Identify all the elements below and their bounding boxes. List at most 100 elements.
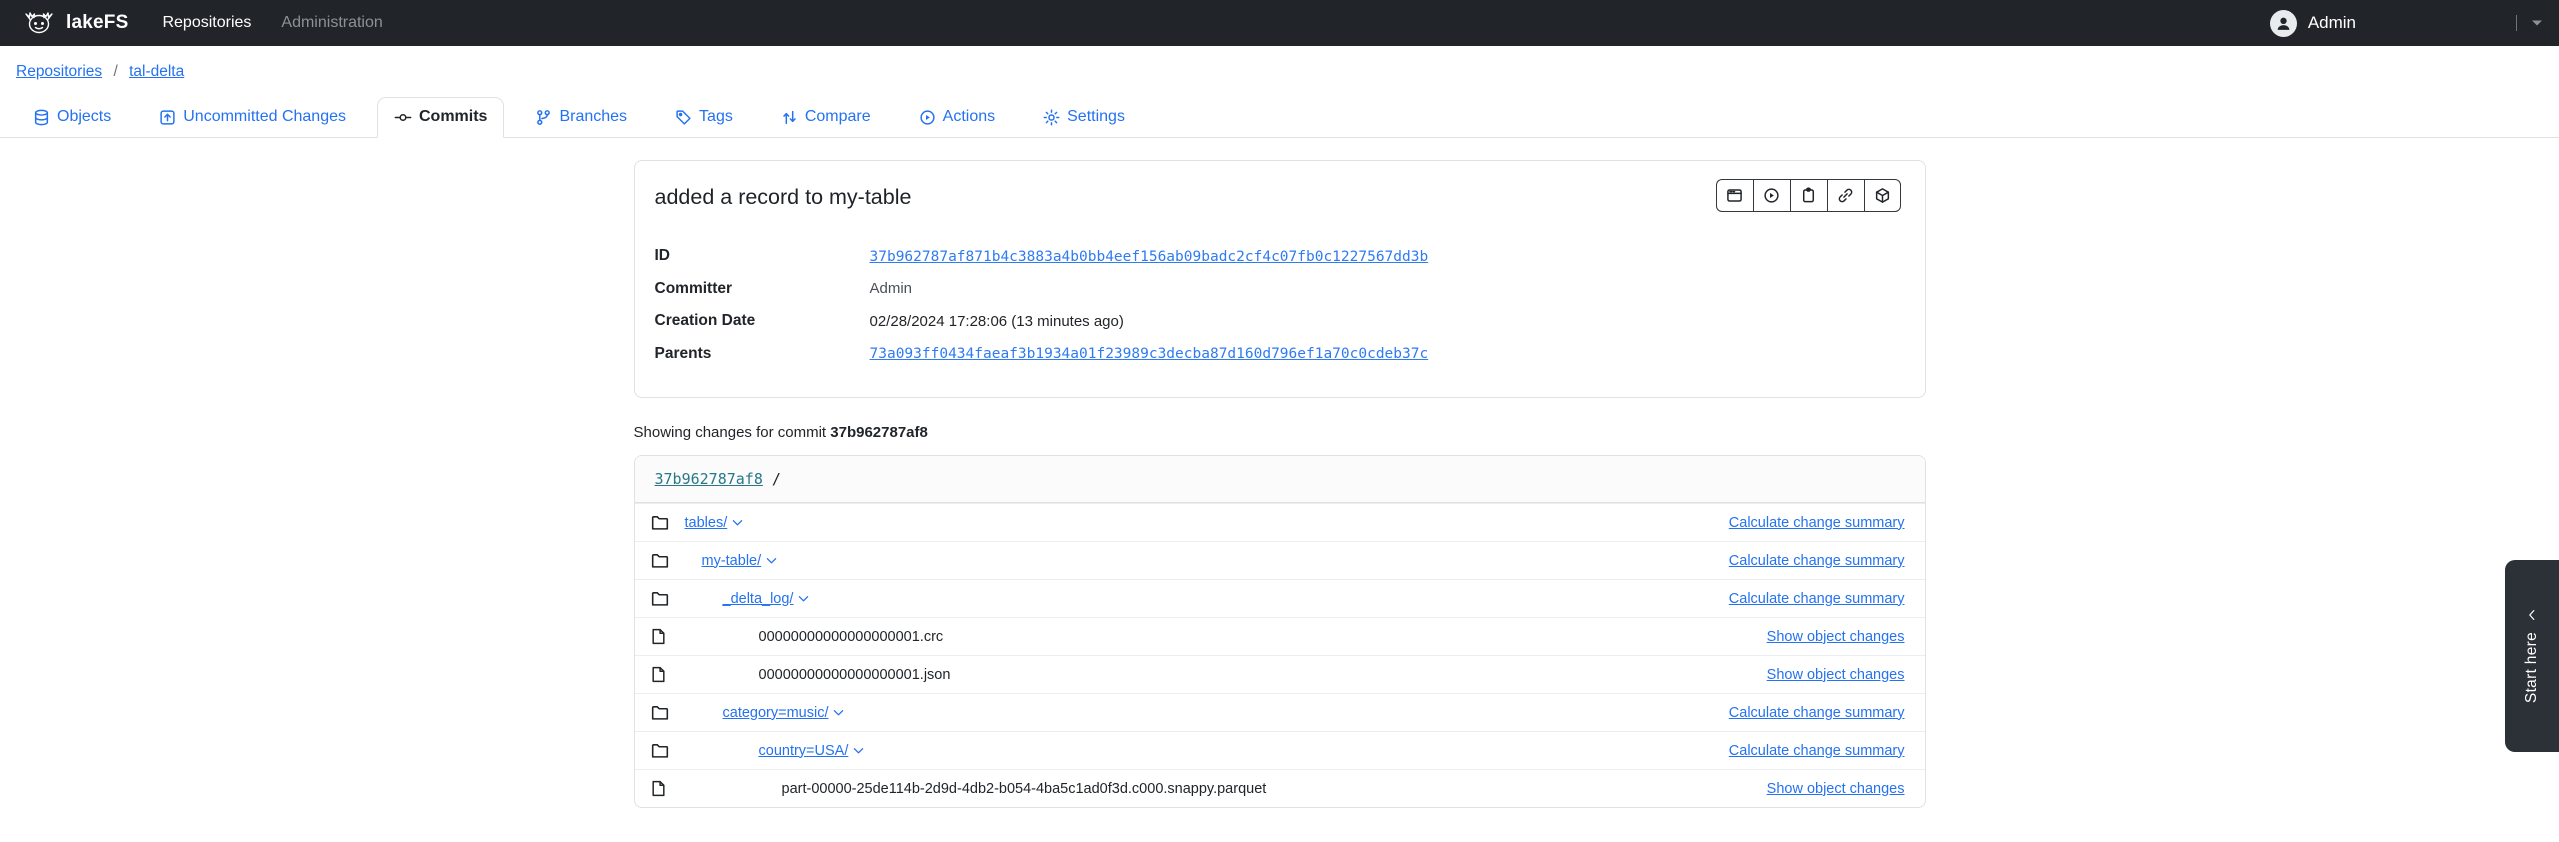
tab-uncommitted-changes[interactable]: Uncommitted Changes — [142, 97, 363, 138]
folder-icon — [651, 515, 669, 531]
tree-entry-link[interactable]: category=music/ — [723, 705, 845, 721]
table-row: part-00000-25de114b-2d9d-4db2-b054-4ba5c… — [635, 769, 1925, 807]
committer-value: Admin — [870, 280, 913, 297]
tab-settings[interactable]: Settings — [1026, 97, 1142, 138]
table-row: 00000000000000000001.json Show object ch… — [635, 655, 1925, 693]
folder-icon — [651, 743, 669, 759]
folder-icon — [651, 705, 669, 721]
meta-label: Parents — [655, 338, 870, 371]
tree-entry-link[interactable]: tables/ — [685, 515, 744, 531]
calculate-change-summary-link[interactable]: Calculate change summary — [1729, 515, 1905, 531]
meta-row-parents: Parents 73a093ff0434faeaf3b1934a01f23989… — [655, 338, 1905, 371]
calculate-change-summary-link[interactable]: Calculate change summary — [1729, 553, 1905, 569]
database-icon — [33, 109, 50, 126]
main-content: added a record to my-table — [634, 160, 1926, 808]
start-here-label: Start here — [2523, 632, 2541, 703]
chevron-down-icon — [766, 557, 777, 565]
tab-tags[interactable]: Tags — [658, 97, 750, 138]
meta-row-id: ID 37b962787af871b4c3883a4b0bb4eef156ab0… — [655, 240, 1905, 273]
repo-tabbar: Objects Uncommitted Changes Commits Bran… — [0, 93, 2559, 138]
tree-entry-name: 00000000000000000001.json — [759, 667, 951, 683]
breadcrumb-repositories[interactable]: Repositories — [16, 63, 102, 80]
path-separator: / — [772, 470, 781, 488]
chevron-down-icon — [833, 709, 844, 717]
object-store-button[interactable] — [1864, 179, 1901, 212]
commit-detail-card: added a record to my-table — [634, 160, 1926, 398]
file-icon — [651, 666, 669, 683]
navbar-divider — [2516, 15, 2517, 31]
meta-label: Creation Date — [655, 305, 870, 338]
folder-icon — [651, 553, 669, 569]
user-menu-caret-icon[interactable] — [2531, 19, 2543, 27]
chevron-down-icon — [853, 747, 864, 755]
table-row: tables/ Calculate change summary — [635, 503, 1925, 541]
copy-id-button[interactable] — [1790, 179, 1827, 212]
commit-actions-group — [1716, 179, 1901, 212]
brand-title: lakeFS — [66, 12, 128, 34]
chevron-down-icon — [798, 595, 809, 603]
tag-icon — [675, 109, 692, 126]
run-button[interactable] — [1753, 179, 1790, 212]
user-avatar[interactable] — [2270, 10, 2297, 37]
creation-date-value: 02/28/2024 17:28:06 (13 minutes ago) — [870, 313, 1124, 330]
table-row: _delta_log/ Calculate change summary — [635, 579, 1925, 617]
start-here-tab[interactable]: Start here — [2505, 560, 2559, 752]
calculate-change-summary-link[interactable]: Calculate change summary — [1729, 743, 1905, 759]
run-icon — [1763, 187, 1780, 204]
tab-objects[interactable]: Objects — [16, 97, 128, 138]
chevron-down-icon — [732, 519, 743, 527]
tree-ref-link[interactable]: 37b962787af8 — [655, 470, 763, 488]
table-row: category=music/ Calculate change summary — [635, 693, 1925, 731]
compare-icon — [781, 109, 798, 126]
tab-compare[interactable]: Compare — [764, 97, 888, 138]
meta-label: Committer — [655, 273, 870, 306]
user-name: Admin — [2308, 13, 2356, 33]
commit-icon — [394, 109, 412, 126]
tab-commits[interactable]: Commits — [377, 97, 504, 138]
chevron-left-icon — [2525, 608, 2539, 622]
file-icon — [651, 780, 669, 797]
calculate-change-summary-link[interactable]: Calculate change summary — [1729, 705, 1905, 721]
copy-uri-icon — [1837, 187, 1854, 204]
changes-tree-card: 37b962787af8 / tables/ Calculate change … — [634, 455, 1926, 808]
tab-actions[interactable]: Actions — [902, 97, 1012, 138]
tree-entry-link[interactable]: country=USA/ — [759, 743, 865, 759]
table-row: my-table/ Calculate change summary — [635, 541, 1925, 579]
commit-metadata-table: ID 37b962787af871b4c3883a4b0bb4eef156ab0… — [655, 240, 1905, 370]
meta-label: ID — [655, 240, 870, 273]
show-object-changes-link[interactable]: Show object changes — [1767, 667, 1905, 683]
browse-objects-icon — [1726, 187, 1743, 204]
meta-row-creation-date: Creation Date 02/28/2024 17:28:06 (13 mi… — [655, 305, 1905, 338]
tree-entry-name: part-00000-25de114b-2d9d-4db2-b054-4ba5c… — [782, 781, 1267, 797]
file-icon — [651, 628, 669, 645]
breadcrumb-separator: / — [113, 63, 117, 80]
tree-entry-name: 00000000000000000001.crc — [759, 629, 944, 645]
copy-uri-button[interactable] — [1827, 179, 1864, 212]
browse-objects-button[interactable] — [1716, 179, 1753, 212]
navbar-user-area[interactable]: Admin — [2270, 10, 2543, 37]
meta-row-committer: Committer Admin — [655, 273, 1905, 306]
commit-id-link[interactable]: 37b962787af871b4c3883a4b0bb4eef156ab09ba… — [870, 249, 1429, 265]
breadcrumb-repo-name[interactable]: tal-delta — [129, 63, 184, 80]
table-row: 00000000000000000001.crc Show object cha… — [635, 617, 1925, 655]
show-object-changes-link[interactable]: Show object changes — [1767, 629, 1905, 645]
tab-branches[interactable]: Branches — [518, 97, 644, 138]
upload-box-icon — [159, 109, 176, 126]
breadcrumb: Repositories / tal-delta — [0, 46, 2559, 81]
calculate-change-summary-link[interactable]: Calculate change summary — [1729, 591, 1905, 607]
nav-administration[interactable]: Administration — [281, 14, 382, 32]
show-object-changes-link[interactable]: Show object changes — [1767, 781, 1905, 797]
showing-changes-caption: Showing changes for commit 37b962787af8 — [634, 424, 1926, 441]
tree-entry-link[interactable]: my-table/ — [702, 553, 778, 569]
tree-entry-link[interactable]: _delta_log/ — [723, 591, 810, 607]
object-store-icon — [1874, 187, 1891, 204]
copy-id-icon — [1800, 187, 1817, 204]
nav-repositories[interactable]: Repositories — [162, 14, 251, 32]
lakefs-logo-icon — [22, 10, 56, 36]
top-navbar: lakeFS Repositories Administration Admin — [0, 0, 2559, 46]
parent-commit-link[interactable]: 73a093ff0434faeaf3b1934a01f23989c3decba8… — [870, 346, 1429, 362]
play-circle-icon — [919, 109, 936, 126]
commit-short-id: 37b962787af8 — [830, 424, 928, 441]
branch-icon — [535, 109, 552, 126]
folder-icon — [651, 591, 669, 607]
